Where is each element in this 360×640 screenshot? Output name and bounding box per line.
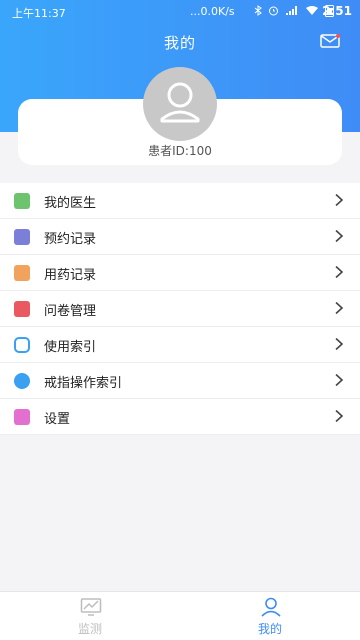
bluetooth-icon [254,5,262,16]
menu-list: 我的医生 预约记录 用药记录 问卷管理 使用索引 戒指操作索引 设置 [0,183,360,435]
doctor-icon [14,193,30,209]
menu-item-appointments[interactable]: 预约记录 [0,219,360,255]
status-clock: 2:51 [322,4,352,18]
chevron-right-icon [335,410,344,422]
chevron-right-icon [335,302,344,314]
menu-item-ring-index[interactable]: 戒指操作索引 [0,363,360,399]
menu-item-usage-index[interactable]: 使用索引 [0,327,360,363]
menu-item-settings[interactable]: 设置 [0,399,360,435]
tab-label: 监测 [77,622,102,636]
menu-item-my-doctor[interactable]: 我的医生 [0,183,360,219]
wifi-icon [306,6,318,15]
patient-id: 患者ID:100 [148,144,212,158]
appointment-icon [14,229,30,245]
medication-icon [14,265,30,281]
monitor-icon [80,598,102,616]
menu-item-label: 使用索引 [44,340,97,355]
alarm-icon [269,6,278,16]
user-icon [160,82,200,123]
bottom-tab-bar: 监测 我的 [0,591,360,640]
menu-item-medication[interactable]: 用药记录 [0,255,360,291]
questionnaire-icon [14,301,30,317]
chevron-right-icon [335,338,344,350]
settings-icon [14,409,30,425]
tab-label: 我的 [257,622,282,636]
menu-item-label: 用药记录 [44,268,97,283]
status-time: 上午11:37 [12,7,66,20]
signal-icon [286,6,297,15]
menu-item-label: 设置 [44,412,71,427]
page-title: 我的 [163,34,196,52]
status-network: ...0.0K/s [190,5,235,18]
chevron-right-icon [335,374,344,386]
menu-item-label: 问卷管理 [44,304,97,319]
menu-item-questionnaire[interactable]: 问卷管理 [0,291,360,327]
status-bar: 上午11:37 ...0.0K/s 2:51 [0,0,360,24]
chevron-right-icon [335,230,344,242]
mail-icon[interactable] [320,34,340,48]
menu-item-label: 戒指操作索引 [44,376,123,391]
avatar[interactable] [143,67,217,141]
index-icon [14,337,30,353]
chevron-right-icon [335,266,344,278]
menu-item-label: 预约记录 [44,232,97,247]
profile-icon [261,597,281,617]
tab-monitor[interactable]: 监测 [0,592,180,640]
tab-profile[interactable]: 我的 [180,592,360,640]
ring-icon [14,373,30,389]
menu-item-label: 我的医生 [44,196,97,211]
chevron-right-icon [335,194,344,206]
